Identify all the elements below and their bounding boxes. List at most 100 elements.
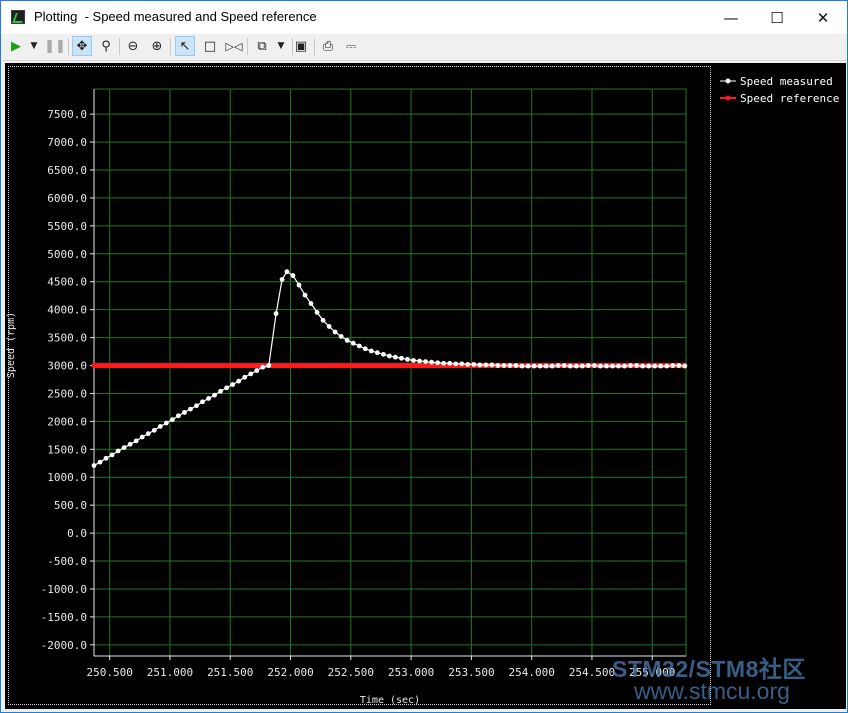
measured-point: [447, 360, 453, 366]
measured-point: [610, 363, 615, 369]
legend-label-measured: Speed measured: [740, 75, 833, 88]
measured-point: [163, 420, 169, 426]
y-tick-label: 2500.0: [47, 387, 87, 400]
measured-point: [356, 343, 362, 349]
y-tick-label: -500.0: [47, 555, 87, 568]
measured-point: [501, 363, 507, 368]
speed-chart[interactable]: 7500.0 7000.0 6500.0 6000.0 5500.0 5000.0 4500…: [0, 0, 848, 713]
measured-point: [495, 363, 501, 368]
measured-line: [93, 270, 685, 467]
measured-point: [616, 363, 621, 369]
measured-point: [435, 360, 441, 366]
measured-point: [200, 399, 205, 405]
x-tick-label: 251.500: [207, 666, 253, 679]
measured-point: [597, 363, 603, 369]
measured-point: [507, 363, 513, 368]
legend-label-reference: Speed reference: [740, 92, 839, 105]
measured-point: [561, 363, 567, 368]
legend-marker-measured: [725, 78, 731, 84]
measured-point: [182, 410, 187, 415]
measured-point: [591, 363, 597, 368]
measured-point: [308, 301, 314, 306]
measured-point: [537, 363, 543, 369]
measured-point: [682, 363, 688, 369]
measured-point: [145, 431, 151, 437]
measured-point: [477, 362, 483, 368]
measured-point: [326, 324, 332, 329]
measured-point: [573, 363, 579, 369]
measured-point: [374, 350, 380, 356]
y-tick-label: 7500.0: [47, 108, 87, 121]
measured-point: [254, 368, 260, 373]
measured-point: [658, 363, 664, 369]
measured-point: [441, 360, 447, 366]
measured-point: [417, 358, 422, 364]
y-tick-label: 4500.0: [47, 276, 87, 289]
measured-point: [513, 363, 519, 368]
measured-point: [634, 363, 639, 368]
measured-point: [393, 354, 398, 360]
y-axis-ticks: 7500.0 7000.0 6500.0 6000.0 5500.0 5000.0 4500…: [41, 108, 94, 652]
measured-point: [248, 371, 254, 377]
measured-point: [139, 434, 145, 440]
measured-point: [115, 448, 121, 454]
x-axis-label: Time (sec): [360, 695, 420, 706]
measured-point: [151, 427, 157, 433]
x-tick-label: 252.500: [328, 666, 374, 679]
measured-point: [212, 392, 217, 398]
measured-point: [302, 292, 308, 298]
measured-point: [429, 359, 434, 365]
measured-point: [585, 363, 591, 368]
measured-point: [549, 363, 555, 369]
measured-point: [567, 363, 573, 369]
measured-point: [103, 455, 109, 461]
measured-point: [236, 378, 242, 384]
measured-point: [646, 363, 652, 369]
y-tick-label: 6500.0: [47, 164, 87, 177]
measured-point: [399, 355, 404, 361]
measured-point: [284, 269, 290, 275]
measured-point: [91, 463, 97, 468]
y-tick-label: 5500.0: [47, 220, 87, 233]
measured-point: [423, 359, 428, 365]
measured-point: [405, 356, 410, 362]
measured-point: [604, 363, 609, 369]
watermark-line2: www.stmcu.org: [634, 678, 790, 704]
measured-point: [230, 382, 236, 387]
measured-point: [362, 346, 368, 352]
measured-point: [622, 363, 627, 369]
measured-point: [519, 363, 525, 369]
measured-point: [224, 385, 230, 391]
measured-point: [206, 396, 211, 401]
y-tick-label: 4000.0: [47, 304, 87, 317]
y-tick-label: 2000.0: [47, 415, 87, 428]
measured-point: [628, 363, 633, 368]
x-tick-label: 254.500: [569, 666, 615, 679]
measured-point: [314, 310, 320, 315]
measured-point: [368, 348, 374, 354]
measured-point: [218, 388, 223, 394]
watermark: STM32/STM8社区 www.stmcu.org: [612, 650, 842, 705]
measured-point: [471, 362, 477, 367]
measured-point: [188, 406, 193, 412]
x-tick-label: 253.000: [388, 666, 434, 679]
y-axis-label: Speed (rpm): [6, 312, 17, 378]
x-tick-label: 254.000: [508, 666, 554, 679]
x-tick-label: 253.500: [448, 666, 494, 679]
legend-marker-reference: [725, 95, 731, 101]
y-tick-label: 7000.0: [47, 136, 87, 149]
y-tick-label: 1000.0: [47, 471, 87, 484]
measured-point: [97, 459, 103, 465]
y-tick-label: 1500.0: [47, 443, 87, 456]
measured-point: [465, 362, 471, 367]
measured-point: [344, 337, 350, 343]
x-tick-label: 251.000: [147, 666, 193, 679]
measured-point: [133, 438, 139, 444]
measured-point: [242, 374, 248, 380]
measured-point: [640, 363, 645, 369]
measured-point: [489, 362, 495, 368]
series-speed-measured: [91, 269, 688, 468]
measured-point: [260, 364, 266, 370]
plot-bounds: [93, 88, 687, 657]
measured-point: [279, 277, 285, 282]
